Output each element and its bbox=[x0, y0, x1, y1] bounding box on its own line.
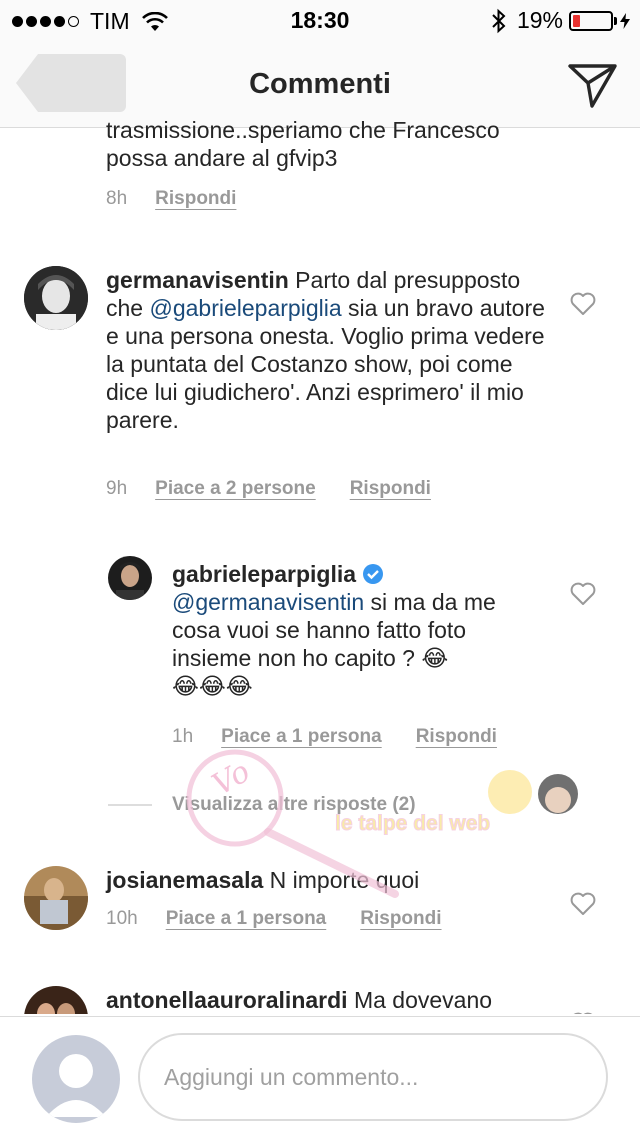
reply-button[interactable]: Rispondi bbox=[416, 726, 497, 748]
comment-username[interactable]: germanavisentin bbox=[106, 267, 289, 293]
likes-link[interactable]: Piace a 2 persone bbox=[155, 478, 316, 500]
paper-plane-icon[interactable] bbox=[568, 62, 618, 108]
comment-text: germanavisentin Parto dal presupposto ch… bbox=[106, 267, 545, 433]
divider bbox=[108, 804, 152, 806]
comment-text: josianemasala N importe quoi bbox=[106, 867, 420, 893]
view-more-label: Visualizza altre risposte (2) bbox=[172, 794, 416, 815]
comment-time: 9h bbox=[106, 478, 128, 499]
view-more-replies-button[interactable]: Visualizza altre risposte (2) bbox=[108, 794, 416, 816]
heart-icon[interactable] bbox=[570, 1012, 596, 1014]
battery-tip bbox=[614, 16, 617, 25]
avatar[interactable] bbox=[24, 266, 88, 330]
reply-button[interactable]: Rispondi bbox=[350, 478, 431, 500]
comment-text: antonellaauroralinardi Ma dovevano bbox=[106, 987, 493, 1013]
heart-icon[interactable] bbox=[570, 892, 596, 916]
comment-meta: 1h Piace a 1 persona Rispondi bbox=[172, 726, 531, 748]
likes-link[interactable]: Piace a 1 persona bbox=[166, 908, 327, 930]
battery-icon bbox=[569, 10, 613, 31]
comment-time: 10h bbox=[106, 908, 138, 929]
comment-time: 8h bbox=[106, 188, 128, 209]
heart-icon[interactable] bbox=[570, 292, 596, 316]
status-bar: TIM 18:30 19% bbox=[0, 0, 640, 40]
emoji-line: 😂😂😂 bbox=[172, 673, 253, 699]
reply-button[interactable]: Rispondi bbox=[360, 908, 441, 930]
avatar[interactable] bbox=[24, 866, 88, 930]
comment-meta: 8h Rispondi bbox=[106, 188, 270, 210]
comment-username[interactable]: josianemasala bbox=[106, 867, 263, 893]
comment-text: gabrieleparpiglia @germanavisentin si ma… bbox=[172, 561, 496, 699]
profile-photo bbox=[24, 266, 88, 330]
comments-list[interactable]: trasmissione..speriamo che Francesco pos… bbox=[0, 108, 640, 1014]
comment-username[interactable]: gabrieleparpiglia bbox=[172, 561, 356, 587]
mention-link[interactable]: @germanavisentin bbox=[172, 589, 364, 615]
comment-composer bbox=[0, 1016, 640, 1136]
comment-username[interactable]: antonellaauroralinardi bbox=[106, 987, 348, 1013]
comment-time: 1h bbox=[172, 726, 194, 747]
bluetooth-icon bbox=[492, 8, 506, 33]
comment-meta: 9h Piace a 2 persone Rispondi bbox=[106, 478, 465, 500]
user-avatar bbox=[32, 1035, 120, 1123]
avatar[interactable] bbox=[108, 556, 152, 600]
comment-input[interactable] bbox=[138, 1033, 608, 1121]
charging-bolt-icon bbox=[620, 12, 630, 29]
profile-photo bbox=[24, 986, 88, 1014]
likes-link[interactable]: Piace a 1 persona bbox=[221, 726, 382, 748]
page-title: Commenti bbox=[249, 68, 391, 100]
battery-percent: 19% bbox=[516, 7, 563, 33]
profile-photo bbox=[108, 556, 152, 600]
heart-icon[interactable] bbox=[570, 582, 596, 606]
battery-level bbox=[573, 14, 580, 27]
reply-button[interactable]: Rispondi bbox=[155, 188, 236, 210]
battery-area: 19% bbox=[491, 7, 630, 34]
mention-link[interactable]: @gabrieleparpiglia bbox=[149, 295, 341, 321]
verified-badge-icon bbox=[363, 564, 384, 584]
profile-photo bbox=[24, 866, 88, 930]
avatar[interactable] bbox=[24, 986, 88, 1014]
comment-text: trasmissione..speriamo che Francesco pos… bbox=[106, 117, 500, 171]
comment-meta: 10h Piace a 1 persona Rispondi bbox=[106, 908, 476, 930]
default-avatar-icon bbox=[46, 1054, 106, 1117]
